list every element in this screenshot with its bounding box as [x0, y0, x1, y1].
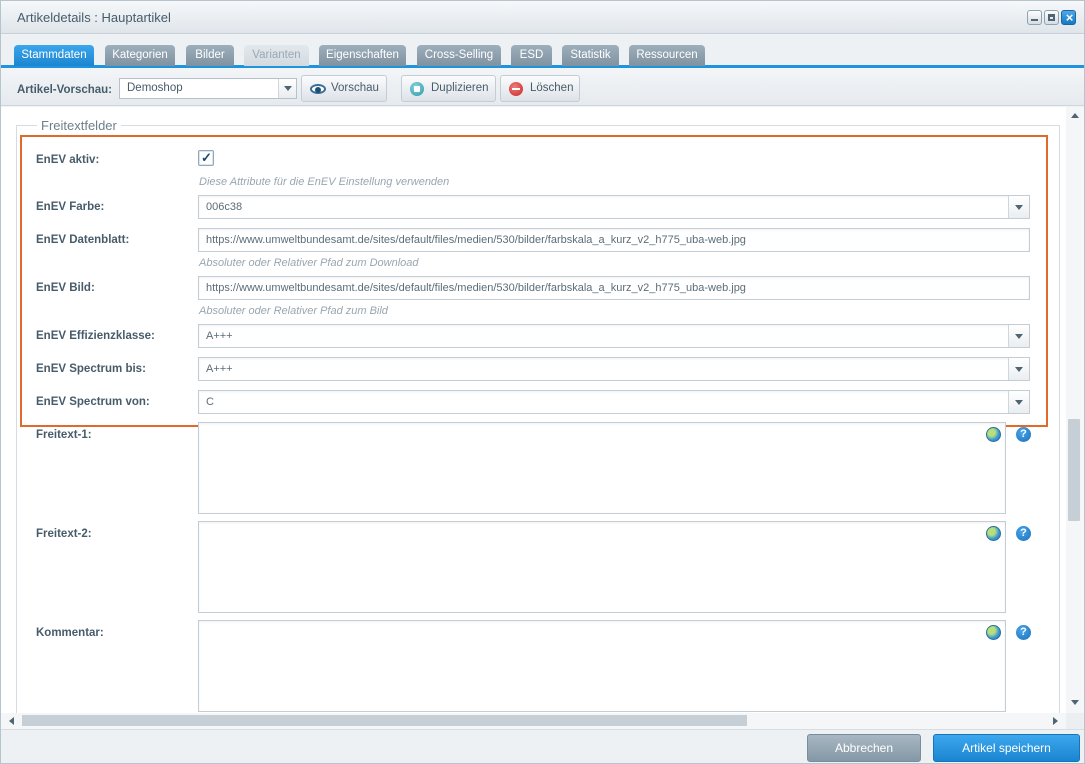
cancel-button[interactable]: Abbrechen: [807, 734, 921, 762]
shop-select-trigger[interactable]: [278, 79, 296, 98]
freitext-2-label: Freitext-2:: [36, 528, 92, 540]
enev-farbe-label: EnEV Farbe:: [36, 201, 105, 213]
enev-spectrum-von-trigger[interactable]: [1008, 391, 1029, 413]
globe-icon[interactable]: [986, 526, 1001, 541]
horizontal-scroll-thumb[interactable]: [22, 715, 747, 726]
maximize-button[interactable]: [1044, 10, 1059, 25]
enev-datenblatt-field[interactable]: https://www.umweltbundesamt.de/sites/def…: [198, 228, 1030, 252]
vertical-scroll-thumb[interactable]: [1068, 419, 1080, 521]
tab-kategorien[interactable]: Kategorien: [105, 45, 175, 66]
chevron-down-icon: [284, 86, 292, 91]
kommentar-textarea[interactable]: [198, 620, 1006, 712]
shop-select-value: Demoshop: [127, 82, 183, 94]
close-button[interactable]: ×: [1061, 10, 1076, 25]
enev-aktiv-help: Diese Attribute für die EnEV Einstellung…: [199, 176, 450, 188]
enev-aktiv-label: EnEV aktiv:: [36, 154, 100, 166]
window-title: Artikeldetails : Hauptartikel: [17, 10, 171, 25]
enev-effizienzklasse-label: EnEV Effizienzklasse:: [36, 330, 155, 342]
tab-bilder[interactable]: Bilder: [186, 45, 234, 66]
scroll-down-icon[interactable]: [1071, 700, 1079, 705]
enev-farbe-trigger[interactable]: [1008, 196, 1029, 218]
tab-cross-selling[interactable]: Cross-Selling: [417, 45, 501, 66]
close-icon: ×: [1065, 10, 1074, 25]
minimize-icon: [1031, 19, 1038, 21]
toolbar: Artikel-Vorschau: Demoshop Vorschau Dupl…: [1, 68, 1084, 106]
article-details-window: Artikeldetails : Hauptartikel × Stammdat…: [0, 0, 1085, 764]
globe-icon[interactable]: [986, 427, 1001, 442]
tab-stammdaten[interactable]: Stammdaten: [14, 45, 94, 66]
tab-ressourcen[interactable]: Ressourcen: [629, 45, 705, 66]
enev-bild-field[interactable]: https://www.umweltbundesamt.de/sites/def…: [198, 276, 1030, 300]
freitext-1-textarea[interactable]: [198, 422, 1006, 514]
chevron-down-icon: [1015, 205, 1023, 210]
chevron-down-icon: [1015, 400, 1023, 405]
globe-icon[interactable]: [986, 625, 1001, 640]
footer-bar: Abbrechen Artikel speichern: [1, 729, 1084, 763]
tab-varianten: Varianten: [244, 45, 309, 66]
freitext-1-label: Freitext-1:: [36, 429, 92, 441]
freitext-2-textarea[interactable]: [198, 521, 1006, 613]
chevron-down-icon: [1015, 334, 1023, 339]
enev-spectrum-von-select[interactable]: C: [198, 390, 1030, 414]
enev-spectrum-von-label: EnEV Spectrum von:: [36, 396, 150, 408]
duplicate-button[interactable]: Duplizieren: [401, 75, 496, 102]
enev-spectrum-bis-select[interactable]: A+++: [198, 357, 1030, 381]
shop-select[interactable]: Demoshop: [119, 78, 297, 99]
help-icon[interactable]: ?: [1016, 625, 1031, 640]
save-article-button[interactable]: Artikel speichern: [933, 734, 1080, 762]
help-icon[interactable]: ?: [1016, 427, 1031, 442]
delete-icon: [509, 82, 523, 96]
horizontal-scrollbar[interactable]: [1, 713, 1066, 729]
scroll-up-icon[interactable]: [1071, 113, 1079, 118]
enev-effizienzklasse-trigger[interactable]: [1008, 325, 1029, 347]
minimize-button[interactable]: [1027, 10, 1042, 25]
enev-bild-help: Absoluter oder Relativer Pfad zum Bild: [199, 305, 388, 317]
enev-spectrum-bis-trigger[interactable]: [1008, 358, 1029, 380]
duplicate-button-label: Duplizieren: [431, 82, 489, 94]
enev-datenblatt-label: EnEV Datenblatt:: [36, 234, 130, 246]
title-bar[interactable]: Artikeldetails : Hauptartikel ×: [1, 1, 1084, 34]
enev-farbe-value: 006c38: [206, 201, 243, 213]
tab-bar: Stammdaten Kategorien Bilder Varianten E…: [1, 35, 1084, 68]
enev-effizienzklasse-value: A+++: [206, 330, 233, 342]
enev-spectrum-bis-value: A+++: [206, 363, 233, 375]
enev-spectrum-bis-label: EnEV Spectrum bis:: [36, 363, 146, 375]
preview-button-label: Vorschau: [331, 82, 379, 94]
scrollbar-corner: [1066, 713, 1084, 729]
form-content[interactable]: Freitextfelder EnEV aktiv: ✓ Diese Attri…: [1, 107, 1066, 713]
enev-effizienzklasse-select[interactable]: A+++: [198, 324, 1030, 348]
preview-button[interactable]: Vorschau: [301, 75, 387, 102]
duplicate-icon: [410, 82, 424, 96]
vertical-scrollbar[interactable]: [1066, 107, 1084, 713]
scroll-left-icon[interactable]: [9, 717, 14, 725]
delete-button-label: Löschen: [530, 82, 574, 94]
kommentar-label: Kommentar:: [36, 627, 104, 639]
fieldset-legend: Freitextfelder: [37, 118, 121, 133]
enev-datenblatt-help: Absoluter oder Relativer Pfad zum Downlo…: [199, 257, 419, 269]
checkmark-icon: ✓: [201, 150, 212, 165]
tab-esd[interactable]: ESD: [511, 45, 552, 66]
chevron-down-icon: [1015, 367, 1023, 372]
maximize-icon: [1048, 14, 1055, 21]
delete-button[interactable]: Löschen: [500, 75, 580, 102]
enev-aktiv-checkbox[interactable]: ✓: [198, 150, 214, 166]
scroll-right-icon[interactable]: [1053, 717, 1058, 725]
eye-icon: [310, 82, 326, 96]
help-icon[interactable]: ?: [1016, 526, 1031, 541]
enev-spectrum-von-value: C: [206, 396, 214, 408]
tab-statistik[interactable]: Statistik: [562, 45, 619, 66]
enev-farbe-select[interactable]: 006c38: [198, 195, 1030, 219]
enev-bild-label: EnEV Bild:: [36, 282, 95, 294]
tab-eigenschaften[interactable]: Eigenschaften: [319, 45, 406, 66]
preview-shop-label: Artikel-Vorschau:: [17, 84, 113, 96]
